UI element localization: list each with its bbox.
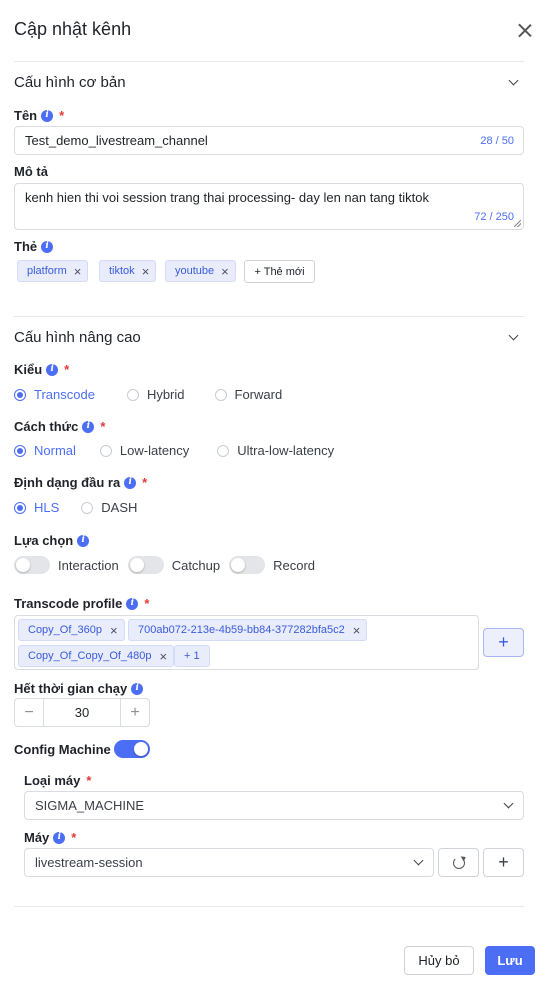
radio-low-latency[interactable]: Low-latency xyxy=(99,443,189,458)
divider xyxy=(14,906,524,907)
type-radio-group: Transcode Hybrid Forward xyxy=(14,387,300,402)
format-radio-group: HLS DASH xyxy=(14,500,155,515)
add-tag-button[interactable]: + Thẻ mới xyxy=(244,260,315,283)
info-icon[interactable]: i xyxy=(46,363,59,376)
method-radio-group: Normal Low-latency Ultra-low-latency xyxy=(14,443,352,458)
record-toggle[interactable] xyxy=(229,556,266,574)
tag-platform: platform × xyxy=(17,260,89,282)
info-icon[interactable]: i xyxy=(53,831,66,844)
close-icon[interactable]: × xyxy=(221,265,229,278)
transcode-profile-label: Transcode profile i * xyxy=(14,596,150,611)
timeout-input[interactable]: 30 xyxy=(43,699,121,726)
machine-type-select[interactable]: SIGMA_MACHINE xyxy=(24,791,524,820)
chevron-down-icon xyxy=(508,332,518,342)
radio-dash[interactable]: DASH xyxy=(81,500,137,515)
record-toggle-label: Record xyxy=(273,557,316,573)
save-button[interactable]: Lưu xyxy=(485,946,535,975)
radio-transcode[interactable]: Transcode xyxy=(14,387,95,402)
chevron-down-icon xyxy=(413,857,423,867)
transcode-profile-select[interactable]: Copy_Of_360p × 700ab072-213e-4b59-bb84-37… xyxy=(14,615,479,670)
close-icon[interactable]: × xyxy=(160,650,168,663)
config-machine-toggle[interactable] xyxy=(114,740,150,758)
info-icon[interactable]: i xyxy=(126,597,139,610)
radio-ultra-low-latency[interactable]: Ultra-low-latency xyxy=(217,443,334,458)
config-machine-label: Config Machine xyxy=(14,742,111,757)
name-input[interactable]: Test_demo_livestream_channel 28 / 50 xyxy=(14,126,524,155)
info-icon[interactable]: i xyxy=(131,682,144,695)
section-basic-header[interactable]: Cấu hình cơ bản xyxy=(14,70,524,94)
section-basic-title: Cấu hình cơ bản xyxy=(14,73,126,91)
close-icon[interactable]: × xyxy=(353,624,361,637)
tags-label: Thẻ i xyxy=(14,239,54,254)
name-label: Tên i * xyxy=(14,108,65,123)
divider xyxy=(14,316,524,317)
description-textarea[interactable]: kenh hien thi voi session trang thai pro… xyxy=(14,183,524,230)
tag-tiktok: tiktok × xyxy=(99,260,157,282)
options-label: Lựa chọn i xyxy=(14,533,90,548)
close-icon[interactable]: × xyxy=(74,265,82,278)
drawer-title: Cập nhật kênh xyxy=(14,19,132,39)
machine-type-label: Loại máy * xyxy=(24,773,92,788)
add-profile-button[interactable]: + xyxy=(483,628,524,657)
close-icon[interactable]: × xyxy=(110,624,118,637)
refresh-icon xyxy=(452,856,465,869)
radio-hls[interactable]: HLS xyxy=(14,500,59,515)
name-counter: 28 / 50 xyxy=(480,135,514,147)
refresh-button[interactable] xyxy=(438,848,479,877)
plus-icon: + xyxy=(498,852,509,872)
interaction-toggle-label: Interaction xyxy=(58,557,119,573)
machine-select[interactable]: livestream-session xyxy=(24,848,434,877)
output-format-label: Định dạng đầu ra i * xyxy=(14,475,148,490)
section-advanced-header[interactable]: Cấu hình nâng cao xyxy=(14,325,524,349)
cancel-button[interactable]: Hủy bỏ xyxy=(404,946,474,975)
description-label: Mô tả xyxy=(14,164,48,179)
timeout-stepper: − 30 + xyxy=(14,698,150,727)
radio-forward[interactable]: Forward xyxy=(214,387,282,402)
divider xyxy=(14,61,524,62)
plus-icon: + xyxy=(498,632,509,652)
close-icon[interactable] xyxy=(517,23,533,39)
add-machine-button[interactable]: + xyxy=(483,848,524,877)
radio-normal[interactable]: Normal xyxy=(14,443,76,458)
info-icon[interactable]: i xyxy=(41,240,54,253)
type-label: Kiểu i * xyxy=(14,362,70,377)
decrement-button[interactable]: − xyxy=(15,699,43,726)
timeout-label: Hết thời gian chạy i xyxy=(14,681,144,696)
options-toggles: Interaction Catchup Record xyxy=(14,556,324,574)
chevron-down-icon xyxy=(508,77,518,87)
tag-youtube: youtube × xyxy=(165,260,236,282)
profile-tag: Copy_Of_Copy_Of_480p × xyxy=(18,645,175,667)
resize-handle-icon[interactable] xyxy=(514,220,521,227)
profile-tag: Copy_Of_360p × xyxy=(18,619,125,641)
method-label: Cách thức i * xyxy=(14,419,106,434)
info-icon[interactable]: i xyxy=(77,534,90,547)
description-counter: 72 / 250 xyxy=(474,211,514,223)
profile-tag: 700ab072-213e-4b59-bb84-377282bfa5c2 × xyxy=(128,619,368,641)
section-advanced-title: Cấu hình nâng cao xyxy=(14,328,141,346)
info-icon[interactable]: i xyxy=(124,476,137,489)
radio-hybrid[interactable]: Hybrid xyxy=(126,387,185,402)
profile-more-tag[interactable]: + 1 xyxy=(174,645,210,667)
interaction-toggle[interactable] xyxy=(14,556,50,574)
machine-label: Máy i * xyxy=(24,830,77,845)
close-icon[interactable]: × xyxy=(142,265,150,278)
catchup-toggle-label: Catchup xyxy=(171,557,221,573)
increment-button[interactable]: + xyxy=(121,699,149,726)
chevron-down-icon xyxy=(503,800,513,810)
info-icon[interactable]: i xyxy=(41,109,54,122)
info-icon[interactable]: i xyxy=(82,420,95,433)
catchup-toggle[interactable] xyxy=(127,556,164,574)
